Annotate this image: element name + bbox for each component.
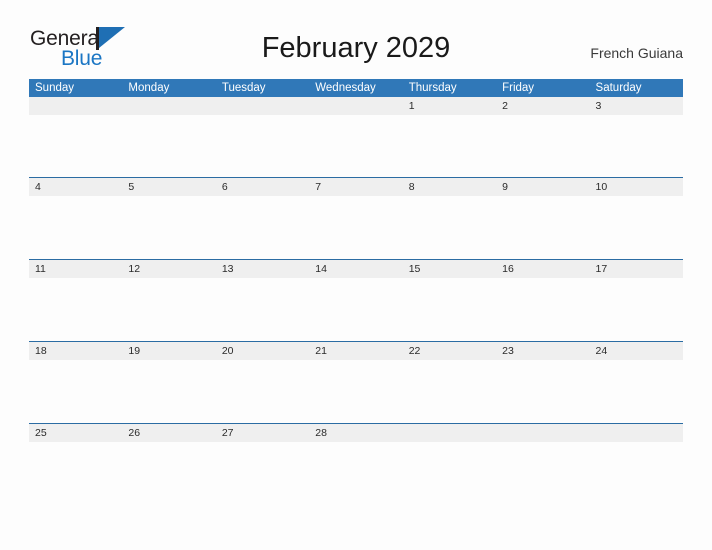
day-cell[interactable] (496, 424, 589, 442)
day-cell[interactable] (216, 97, 309, 115)
day-cell[interactable] (29, 97, 122, 115)
week-event-area[interactable] (29, 442, 683, 505)
day-cell[interactable]: 9 (496, 178, 589, 196)
week-row: 11 12 13 14 15 16 17 (29, 259, 683, 341)
day-cell[interactable] (122, 97, 215, 115)
day-cell[interactable]: 19 (122, 342, 215, 360)
weekday-header-sunday: Sunday (35, 82, 75, 94)
week-date-band: 18 19 20 21 22 23 24 (29, 341, 683, 360)
week-event-area[interactable] (29, 115, 683, 177)
week-date-band: 25 26 27 28 (29, 423, 683, 442)
weekday-header-wednesday: Wednesday (315, 82, 376, 94)
weekday-header-saturday: Saturday (595, 82, 642, 94)
day-cell[interactable]: 3 (590, 97, 683, 115)
day-cell[interactable]: 5 (122, 178, 215, 196)
day-cell[interactable] (403, 424, 496, 442)
weekday-header-tuesday: Tuesday (221, 82, 266, 94)
week-event-area[interactable] (29, 360, 683, 423)
day-cell[interactable]: 6 (216, 178, 309, 196)
page-header: General Blue February 2029 French Guiana (0, 0, 712, 78)
day-cell[interactable]: 27 (216, 424, 309, 442)
week-row: 4 5 6 7 8 9 10 (29, 177, 683, 259)
region-label: French Guiana (590, 45, 683, 61)
week-row: 18 19 20 21 22 23 24 (29, 341, 683, 423)
day-cell[interactable]: 18 (29, 342, 122, 360)
day-cell[interactable]: 14 (309, 260, 402, 278)
day-cell[interactable] (590, 424, 683, 442)
day-cell[interactable]: 20 (216, 342, 309, 360)
week-row: 1 2 3 (29, 97, 683, 177)
day-cell[interactable]: 28 (309, 424, 402, 442)
day-cell[interactable]: 2 (496, 97, 589, 115)
week-event-area[interactable] (29, 196, 683, 259)
week-date-band: 1 2 3 (29, 97, 683, 115)
week-date-band: 4 5 6 7 8 9 10 (29, 177, 683, 196)
weekday-header-monday: Monday (128, 82, 170, 94)
day-cell[interactable]: 25 (29, 424, 122, 442)
day-cell[interactable]: 4 (29, 178, 122, 196)
day-cell[interactable]: 21 (309, 342, 402, 360)
day-cell[interactable]: 17 (590, 260, 683, 278)
weekday-header-thursday: Thursday (408, 82, 457, 94)
day-cell[interactable]: 22 (403, 342, 496, 360)
week-date-band: 11 12 13 14 15 16 17 (29, 259, 683, 278)
week-row: 25 26 27 28 (29, 423, 683, 505)
day-cell[interactable]: 15 (403, 260, 496, 278)
day-cell[interactable]: 8 (403, 178, 496, 196)
day-cell[interactable]: 1 (403, 97, 496, 115)
day-cell[interactable]: 26 (122, 424, 215, 442)
week-event-area[interactable] (29, 278, 683, 341)
weekday-header-row: Sunday Monday Tuesday Wednesday Thursday… (29, 79, 683, 97)
day-cell[interactable]: 16 (496, 260, 589, 278)
day-cell[interactable]: 24 (590, 342, 683, 360)
day-cell[interactable]: 13 (216, 260, 309, 278)
day-cell[interactable]: 10 (590, 178, 683, 196)
day-cell[interactable]: 23 (496, 342, 589, 360)
day-cell[interactable]: 7 (309, 178, 402, 196)
day-cell[interactable] (309, 97, 402, 115)
calendar-page: General Blue February 2029 French Guiana… (0, 0, 712, 550)
day-cell[interactable]: 11 (29, 260, 122, 278)
calendar-grid: Sunday Monday Tuesday Wednesday Thursday… (29, 79, 683, 505)
day-cell[interactable]: 12 (122, 260, 215, 278)
weekday-header-friday: Friday (502, 82, 535, 94)
